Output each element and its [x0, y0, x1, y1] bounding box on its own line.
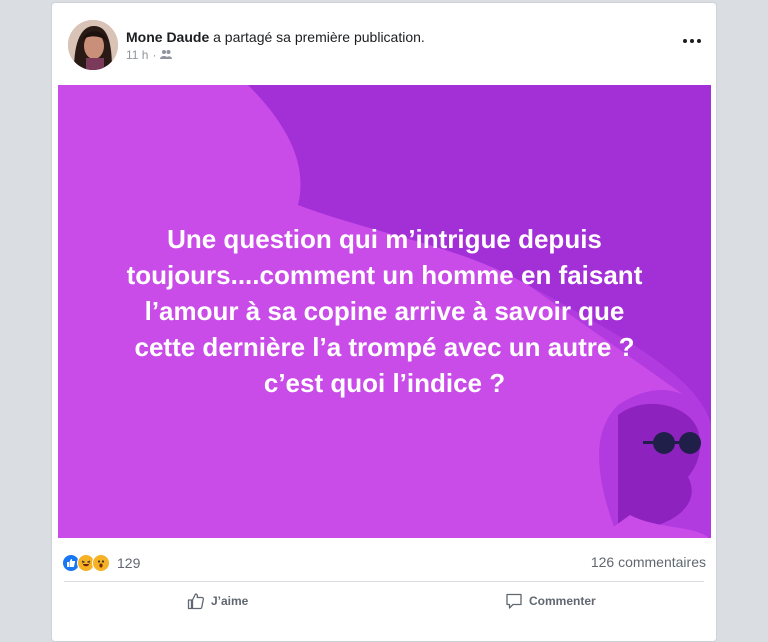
meta-separator: ·	[152, 48, 157, 62]
author-line: Mone Daude a partagé sa première publica…	[126, 29, 425, 45]
post-text: Une question qui m’intrigue depuis toujo…	[126, 224, 643, 398]
author-name[interactable]: Mone Daude	[126, 29, 209, 45]
like-button[interactable]: J’aime	[187, 590, 248, 612]
reaction-count[interactable]: 129	[117, 555, 140, 571]
like-label: J’aime	[211, 594, 249, 608]
comment-label: Commenter	[529, 594, 596, 608]
post-time[interactable]: 11 h	[126, 48, 148, 62]
post-card: Mone Daude a partagé sa première publica…	[51, 2, 717, 642]
divider	[64, 581, 704, 582]
post-meta: 11 h ·	[126, 48, 173, 62]
post-background-image[interactable]: Une question qui m’intrigue depuis toujo…	[58, 85, 711, 538]
comment-bubble-icon	[506, 593, 522, 609]
friends-icon[interactable]	[160, 48, 173, 62]
thumbs-up-icon	[187, 593, 205, 610]
reactions-summary[interactable]: 129	[62, 554, 140, 572]
comment-button[interactable]: Commenter	[505, 590, 596, 612]
avatar[interactable]	[68, 20, 118, 70]
wow-reaction-icon	[92, 554, 110, 572]
more-options-button[interactable]	[682, 33, 702, 49]
comments-count[interactable]: 126 commentaires	[591, 554, 706, 570]
post-action-text: a partagé sa première publication.	[213, 29, 425, 45]
more-dots-icon	[683, 39, 701, 43]
